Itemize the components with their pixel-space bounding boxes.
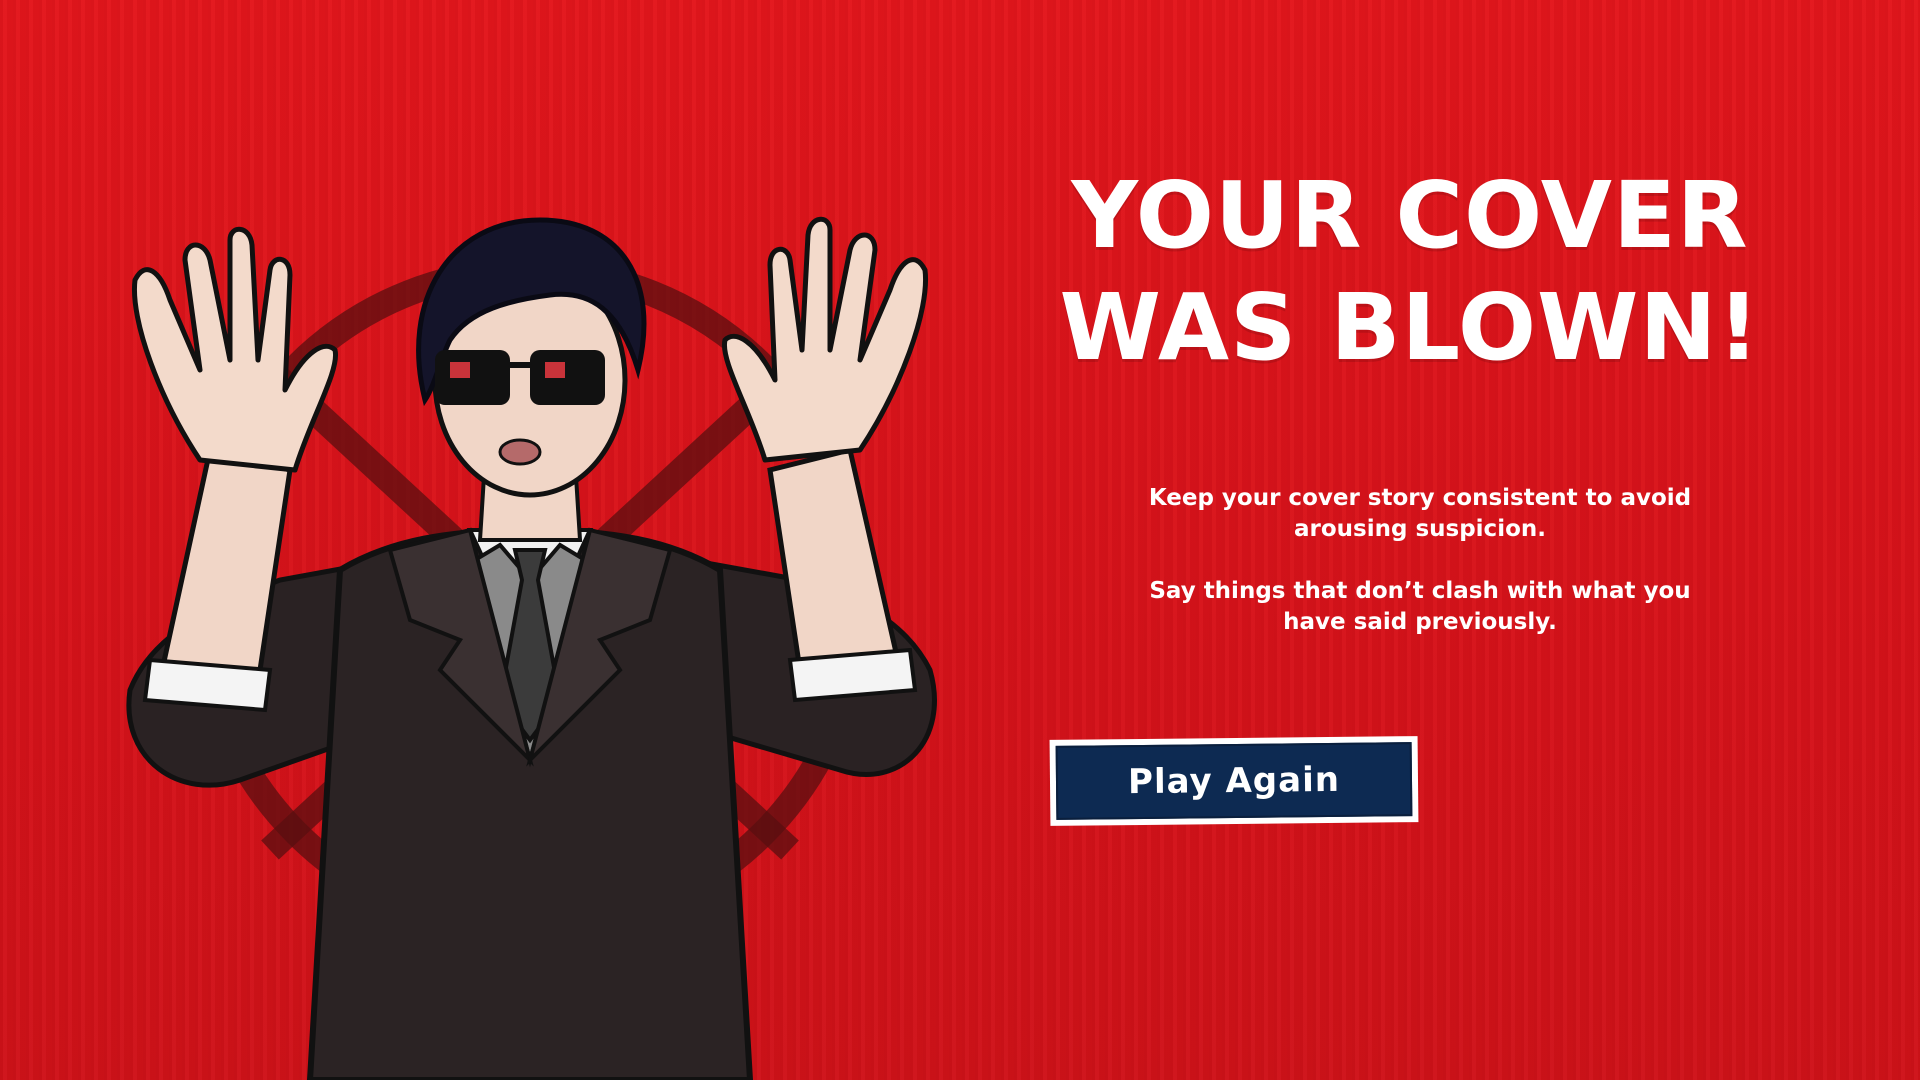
character-head xyxy=(416,217,647,498)
spy-surrender-illustration xyxy=(126,216,937,1080)
play-again-button[interactable]: Play Again xyxy=(1049,736,1419,826)
hint-no-clash: Say things that don’t clash with what yo… xyxy=(1149,578,1691,635)
play-again-label: Play Again xyxy=(1055,742,1413,820)
hint-consistency: Keep your cover story consistent to avoi… xyxy=(1148,485,1692,542)
game-over-title: YOUR COVER WAS BLOWN! xyxy=(1059,162,1761,381)
